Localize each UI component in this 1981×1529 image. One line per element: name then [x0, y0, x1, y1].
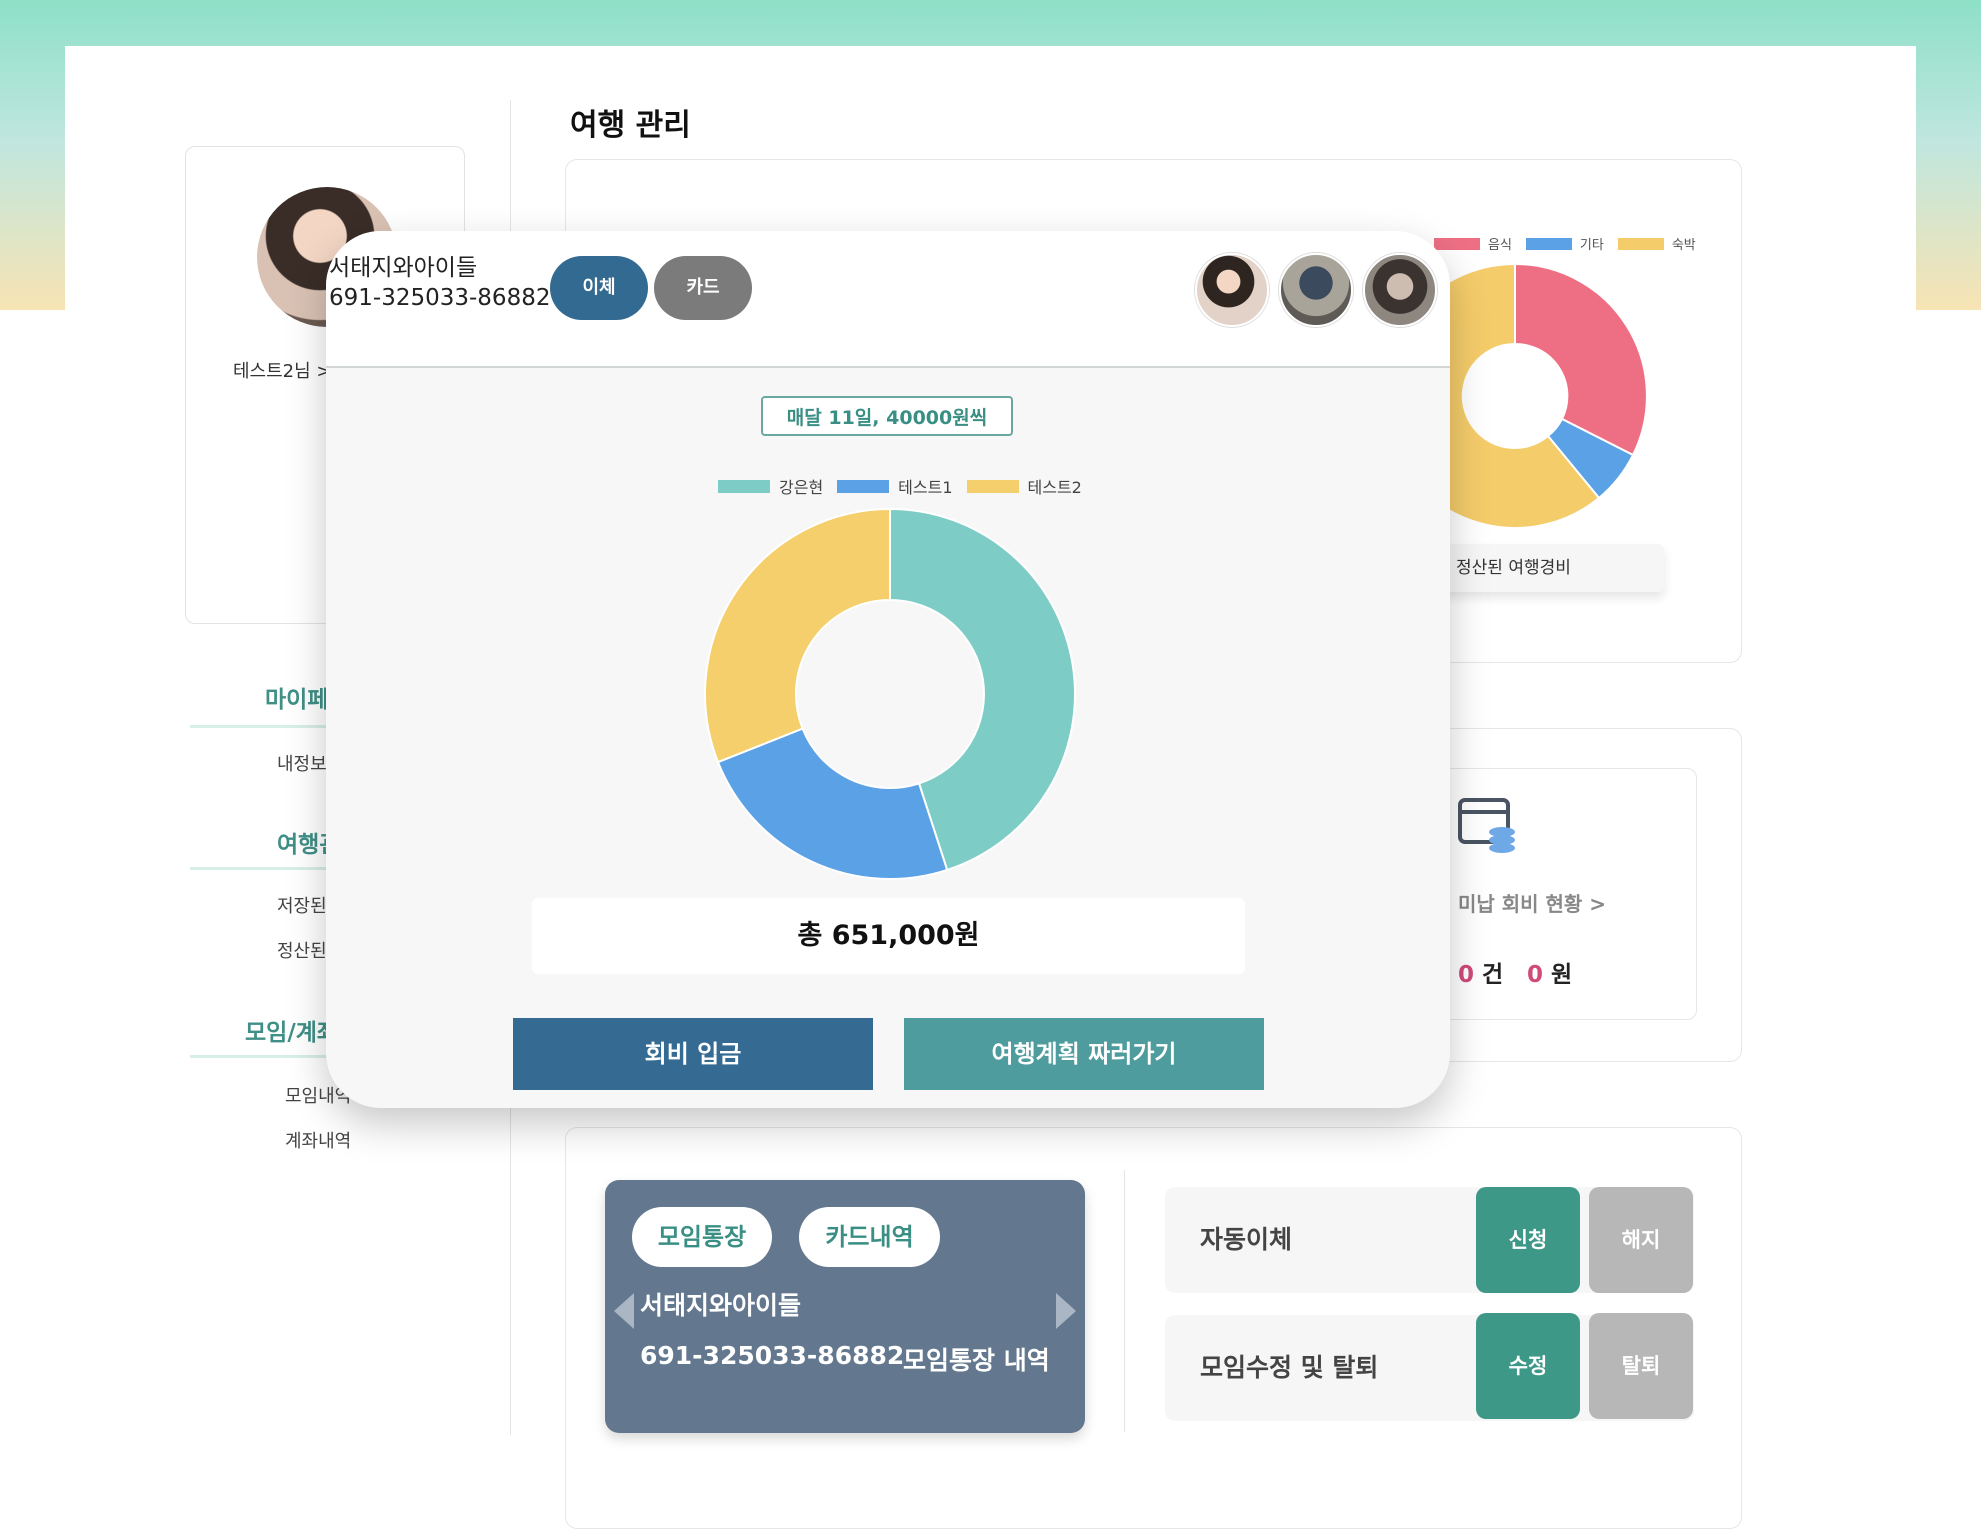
member-avatar-2[interactable] [1279, 253, 1353, 327]
unpaid-count: 0 건 [1458, 955, 1503, 989]
next-arrow-icon[interactable] [1056, 1293, 1076, 1329]
legend-swatch-member-3 [966, 479, 1019, 493]
modal-header: 서태지와아이들 691-325033-86882 이체 카드 [326, 231, 1450, 368]
dues-chart-legend: 강은현 테스트1 테스트2 [704, 474, 1082, 498]
panel-divider [1124, 1170, 1125, 1432]
group-account-history-link[interactable]: 모임통장 내역 [903, 1341, 1050, 1377]
total-amount: 총 651,000원 [532, 898, 1245, 974]
legend-label-member-2: 테스트1 [898, 478, 953, 497]
modal-account-info: 서태지와아이들 691-325033-86882 [329, 253, 550, 313]
tab-card-history[interactable]: 카드내역 [799, 1207, 940, 1267]
member-avatar-3[interactable] [1363, 253, 1437, 327]
group-account-modal: 서태지와아이들 691-325033-86882 이체 카드 매달 11일, 4… [326, 231, 1450, 1108]
legend-swatch-stay [1617, 237, 1664, 250]
transfer-button[interactable]: 이체 [550, 256, 648, 320]
cancel-auto-transfer-button[interactable]: 해지 [1589, 1187, 1693, 1293]
edit-button[interactable]: 수정 [1476, 1313, 1580, 1419]
nav-heading-group[interactable]: 모임/계좌 [245, 1013, 338, 1047]
monthly-dues-tag: 매달 11일, 40000원씩 [761, 396, 1013, 436]
edit-leave-label: 모임수정 및 탈퇴 [1200, 1353, 1379, 1382]
nav-item-settled[interactable]: 정산된 [277, 937, 327, 963]
expense-slice-food [1514, 262, 1648, 457]
expense-legend: 음식 기타 숙박 [1420, 234, 1696, 253]
modal-group-name: 서태지와아이들 [329, 255, 478, 281]
donut-slice-2[interactable] [716, 727, 949, 880]
unpaid-count-unit: 건 [1482, 962, 1504, 988]
plan-trip-button[interactable]: 여행계획 짜러가기 [904, 1018, 1264, 1090]
legend-label-food: 음식 [1488, 238, 1512, 253]
legend-label-member-3: 테스트2 [1027, 478, 1082, 497]
member-avatar-1[interactable] [1195, 253, 1269, 327]
auto-transfer-label: 자동이체 [1200, 1225, 1293, 1254]
nav-item-myinfo[interactable]: 내정보 [277, 750, 327, 776]
legend-label-stay: 숙박 [1671, 238, 1696, 253]
profile-name[interactable]: 테스트2님 > [233, 357, 332, 383]
apply-button[interactable]: 신청 [1476, 1187, 1580, 1293]
unpaid-amount-unit: 원 [1551, 962, 1573, 988]
dues-donut-chart [704, 507, 1076, 880]
nav-item-saved[interactable]: 저장된 [277, 892, 327, 918]
leave-button[interactable]: 탈퇴 [1589, 1313, 1693, 1419]
legend-swatch-member-1 [718, 479, 770, 493]
modal-account-number: 691-325033-86882 [329, 285, 551, 311]
page-title: 여행 관리 [570, 108, 691, 143]
unpaid-status-link[interactable]: 미납 회비 현황 > [1458, 888, 1606, 917]
legend-swatch-etc [1525, 237, 1572, 250]
nav-item-account-history[interactable]: 계좌내역 [285, 1127, 351, 1153]
account-group-name: 서태지와아이들 [640, 1291, 802, 1320]
unpaid-amount-value: 0 [1527, 962, 1544, 988]
legend-swatch-member-2 [837, 479, 890, 493]
tab-group-account[interactable]: 모임통장 [632, 1207, 772, 1267]
unpaid-amount: 0 원 [1527, 955, 1572, 989]
account-number: 691-325033-86882 [640, 1341, 905, 1370]
prev-arrow-icon[interactable] [614, 1293, 634, 1329]
wallet-coins-icon [1458, 798, 1515, 853]
card-button[interactable]: 카드 [654, 256, 752, 320]
legend-label-member-1: 강은현 [779, 478, 824, 497]
settled-expense-label[interactable]: 정산된 여행경비 [1440, 544, 1664, 592]
unpaid-count-value: 0 [1458, 962, 1475, 988]
legend-label-etc: 기타 [1579, 238, 1604, 253]
deposit-dues-button[interactable]: 회비 입금 [513, 1018, 873, 1090]
donut-slice-3[interactable] [704, 507, 891, 764]
